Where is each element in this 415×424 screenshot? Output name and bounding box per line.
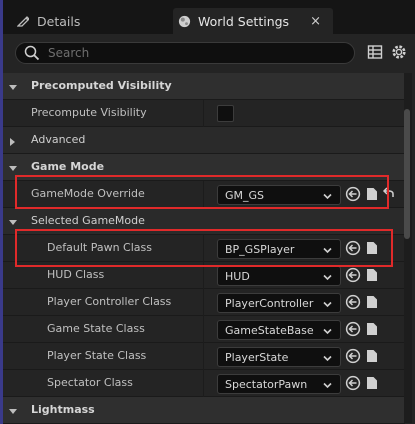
chevron-down-icon <box>323 380 332 389</box>
section-selected-gamemode[interactable]: Selected GameMode <box>3 208 405 235</box>
browse-arrow-icon[interactable] <box>345 321 361 337</box>
search-row <box>3 34 415 72</box>
tab-details[interactable]: Details <box>12 8 174 34</box>
section-label: Selected GameMode <box>31 214 145 227</box>
browse-asset-icon[interactable] <box>364 267 380 283</box>
row-default-pawn-class: Default Pawn Class BP_GSPlayer <box>3 235 405 262</box>
tab-world-settings[interactable]: World Settings × <box>173 8 333 34</box>
chevron-down-icon <box>323 245 332 254</box>
browse-asset-icon[interactable] <box>364 186 380 202</box>
column-divider <box>203 343 204 370</box>
collapse-arrow-icon[interactable] <box>9 163 17 171</box>
chevron-down-icon <box>323 272 332 281</box>
property-label: Player State Class <box>47 349 147 362</box>
browse-arrow-icon[interactable] <box>345 375 361 391</box>
row-precompute-visibility: Precompute Visibility <box>3 100 405 127</box>
search-input[interactable] <box>48 46 338 60</box>
property-label: Player Controller Class <box>47 295 172 308</box>
column-divider <box>203 235 204 262</box>
default-pawn-class-dropdown[interactable]: BP_GSPlayer <box>217 239 341 259</box>
details-icon <box>16 14 30 28</box>
game-state-class-dropdown[interactable]: GameStateBase <box>217 320 341 340</box>
row-player-controller-class: Player Controller Class PlayerController <box>3 289 405 316</box>
chevron-down-icon <box>323 299 332 308</box>
player-state-class-dropdown[interactable]: PlayerState <box>217 347 341 367</box>
property-label: Default Pawn Class <box>47 241 152 254</box>
category-label: Game Mode <box>31 160 105 173</box>
property-label: GameMode Override <box>31 187 145 200</box>
reset-to-default-icon[interactable] <box>380 186 396 202</box>
dropdown-value: SpectatorPawn <box>225 377 308 391</box>
browse-asset-icon[interactable] <box>364 240 380 256</box>
property-label: Spectator Class <box>47 376 133 389</box>
browse-asset-icon[interactable] <box>364 321 380 337</box>
browse-asset-icon[interactable] <box>364 348 380 364</box>
collapse-arrow-icon[interactable] <box>9 406 17 414</box>
property-label: HUD Class <box>47 268 105 281</box>
chevron-down-icon <box>323 191 332 200</box>
expand-arrow-icon[interactable] <box>9 136 17 146</box>
row-player-state-class: Player State Class PlayerState <box>3 343 405 370</box>
tab-details-label: Details <box>37 13 81 29</box>
dropdown-value: BP_GSPlayer <box>225 242 295 256</box>
column-divider <box>203 289 204 316</box>
row-hud-class: HUD Class HUD <box>3 262 405 289</box>
property-list: Precomputed Visibility Precompute Visibi… <box>3 73 405 424</box>
tab-bar: Details World Settings × <box>3 0 415 38</box>
precompute-visibility-checkbox[interactable] <box>217 105 234 122</box>
browse-asset-icon[interactable] <box>364 375 380 391</box>
tab-world-settings-label: World Settings <box>198 13 290 29</box>
dropdown-value: GM_GS <box>225 188 265 202</box>
gear-icon[interactable] <box>391 44 407 60</box>
category-lightmass[interactable]: Lightmass <box>3 397 405 424</box>
world-settings-panel: Precomputed Visibility Precompute Visibi… <box>3 34 415 424</box>
browse-arrow-icon[interactable] <box>345 348 361 364</box>
chevron-down-icon <box>323 353 332 362</box>
column-divider <box>203 181 204 208</box>
property-label: Precompute Visibility <box>31 106 147 119</box>
dropdown-value: PlayerState <box>225 350 289 364</box>
browse-arrow-icon[interactable] <box>345 294 361 310</box>
property-label: Game State Class <box>47 322 145 335</box>
column-divider <box>203 316 204 343</box>
browse-arrow-icon[interactable] <box>345 186 361 202</box>
table-view-icon[interactable] <box>367 44 383 60</box>
globe-icon <box>177 14 191 28</box>
collapse-arrow-icon[interactable] <box>9 82 17 90</box>
gamemode-override-dropdown[interactable]: GM_GS <box>217 185 341 205</box>
row-gamemode-override: GameMode Override GM_GS <box>3 181 405 208</box>
category-label: Lightmass <box>31 403 95 416</box>
section-label: Advanced <box>31 133 86 146</box>
column-divider <box>203 100 204 127</box>
collapse-arrow-icon[interactable] <box>9 217 17 225</box>
search-box[interactable] <box>15 42 355 64</box>
category-precomputed-visibility[interactable]: Precomputed Visibility <box>3 73 405 100</box>
player-controller-class-dropdown[interactable]: PlayerController <box>217 293 341 313</box>
hud-class-dropdown[interactable]: HUD <box>217 266 341 286</box>
category-game-mode[interactable]: Game Mode <box>3 154 405 181</box>
dropdown-value: GameStateBase <box>225 323 314 337</box>
spectator-class-dropdown[interactable]: SpectatorPawn <box>217 374 341 394</box>
row-spectator-class: Spectator Class SpectatorPawn <box>3 370 405 397</box>
browse-asset-icon[interactable] <box>364 294 380 310</box>
dropdown-value: PlayerController <box>225 296 314 310</box>
column-divider <box>203 370 204 397</box>
close-tab-button[interactable]: × <box>310 14 321 29</box>
column-divider <box>203 262 204 289</box>
scrollbar-thumb[interactable] <box>404 109 410 239</box>
section-advanced[interactable]: Advanced <box>3 127 405 154</box>
search-icon <box>24 45 40 61</box>
category-label: Precomputed Visibility <box>31 79 172 92</box>
browse-arrow-icon[interactable] <box>345 240 361 256</box>
dropdown-value: HUD <box>225 269 250 283</box>
row-game-state-class: Game State Class GameStateBase <box>3 316 405 343</box>
chevron-down-icon <box>323 326 332 335</box>
browse-arrow-icon[interactable] <box>345 267 361 283</box>
